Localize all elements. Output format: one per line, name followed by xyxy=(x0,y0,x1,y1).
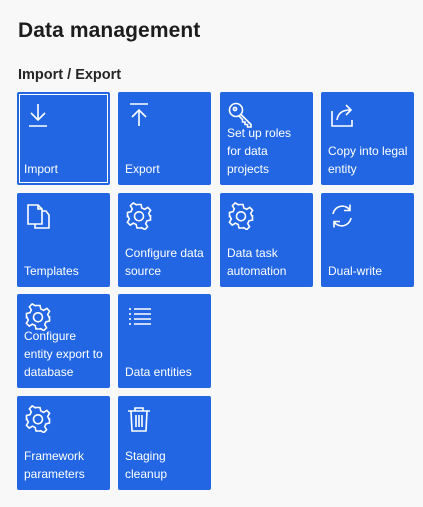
data-task-automation-tile[interactable]: Data task automation xyxy=(220,193,313,287)
copy-legal-entity-label: Copy into legal entity xyxy=(328,144,408,176)
sync-icon xyxy=(328,202,356,230)
data-management-workspace: Data management Import / Export Import E… xyxy=(0,0,423,507)
configure-entity-export-tile[interactable]: Configure entity export to database xyxy=(17,294,110,388)
data-entities-label: Data entities xyxy=(125,365,192,379)
data-task-automation-label: Data task automation xyxy=(227,246,287,278)
templates-label: Templates xyxy=(24,264,79,278)
configure-data-source-tile[interactable]: Configure data source xyxy=(118,193,211,287)
framework-parameters-tile[interactable]: Framework parameters xyxy=(17,396,110,490)
data-entities-tile[interactable]: Data entities xyxy=(118,294,211,388)
templates-tile[interactable]: Templates xyxy=(17,193,110,287)
export-label: Export xyxy=(125,162,160,176)
import-tile[interactable]: Import xyxy=(17,92,110,185)
copy-legal-entity-tile[interactable]: Copy into legal entity xyxy=(321,92,414,185)
import-label: Import xyxy=(24,162,59,176)
setup-roles-tile[interactable]: Set up roles for data projects xyxy=(220,92,313,185)
dual-write-label: Dual-write xyxy=(328,264,383,278)
dual-write-tile[interactable]: Dual-write xyxy=(321,193,414,287)
gear-icon xyxy=(227,202,255,230)
page-title: Data management xyxy=(18,19,201,42)
configure-entity-export-label: Configure entity export to database xyxy=(24,329,103,379)
section-title-import-export: Import / Export xyxy=(18,67,122,83)
staging-cleanup-tile[interactable]: Staging cleanup xyxy=(118,396,211,490)
setup-roles-label: Set up roles for data projects xyxy=(227,126,292,176)
list-icon xyxy=(125,303,153,331)
trash-icon xyxy=(125,405,153,433)
configure-data-source-label: Configure data source xyxy=(125,246,204,278)
export-tile[interactable]: Export xyxy=(118,92,211,185)
share-icon xyxy=(328,101,356,129)
export-icon xyxy=(125,101,153,129)
gear-icon xyxy=(24,405,52,433)
import-icon xyxy=(24,101,52,129)
documents-icon xyxy=(24,202,52,230)
staging-cleanup-label: Staging cleanup xyxy=(125,449,168,481)
gear-icon xyxy=(125,202,153,230)
framework-parameters-label: Framework parameters xyxy=(24,449,85,481)
